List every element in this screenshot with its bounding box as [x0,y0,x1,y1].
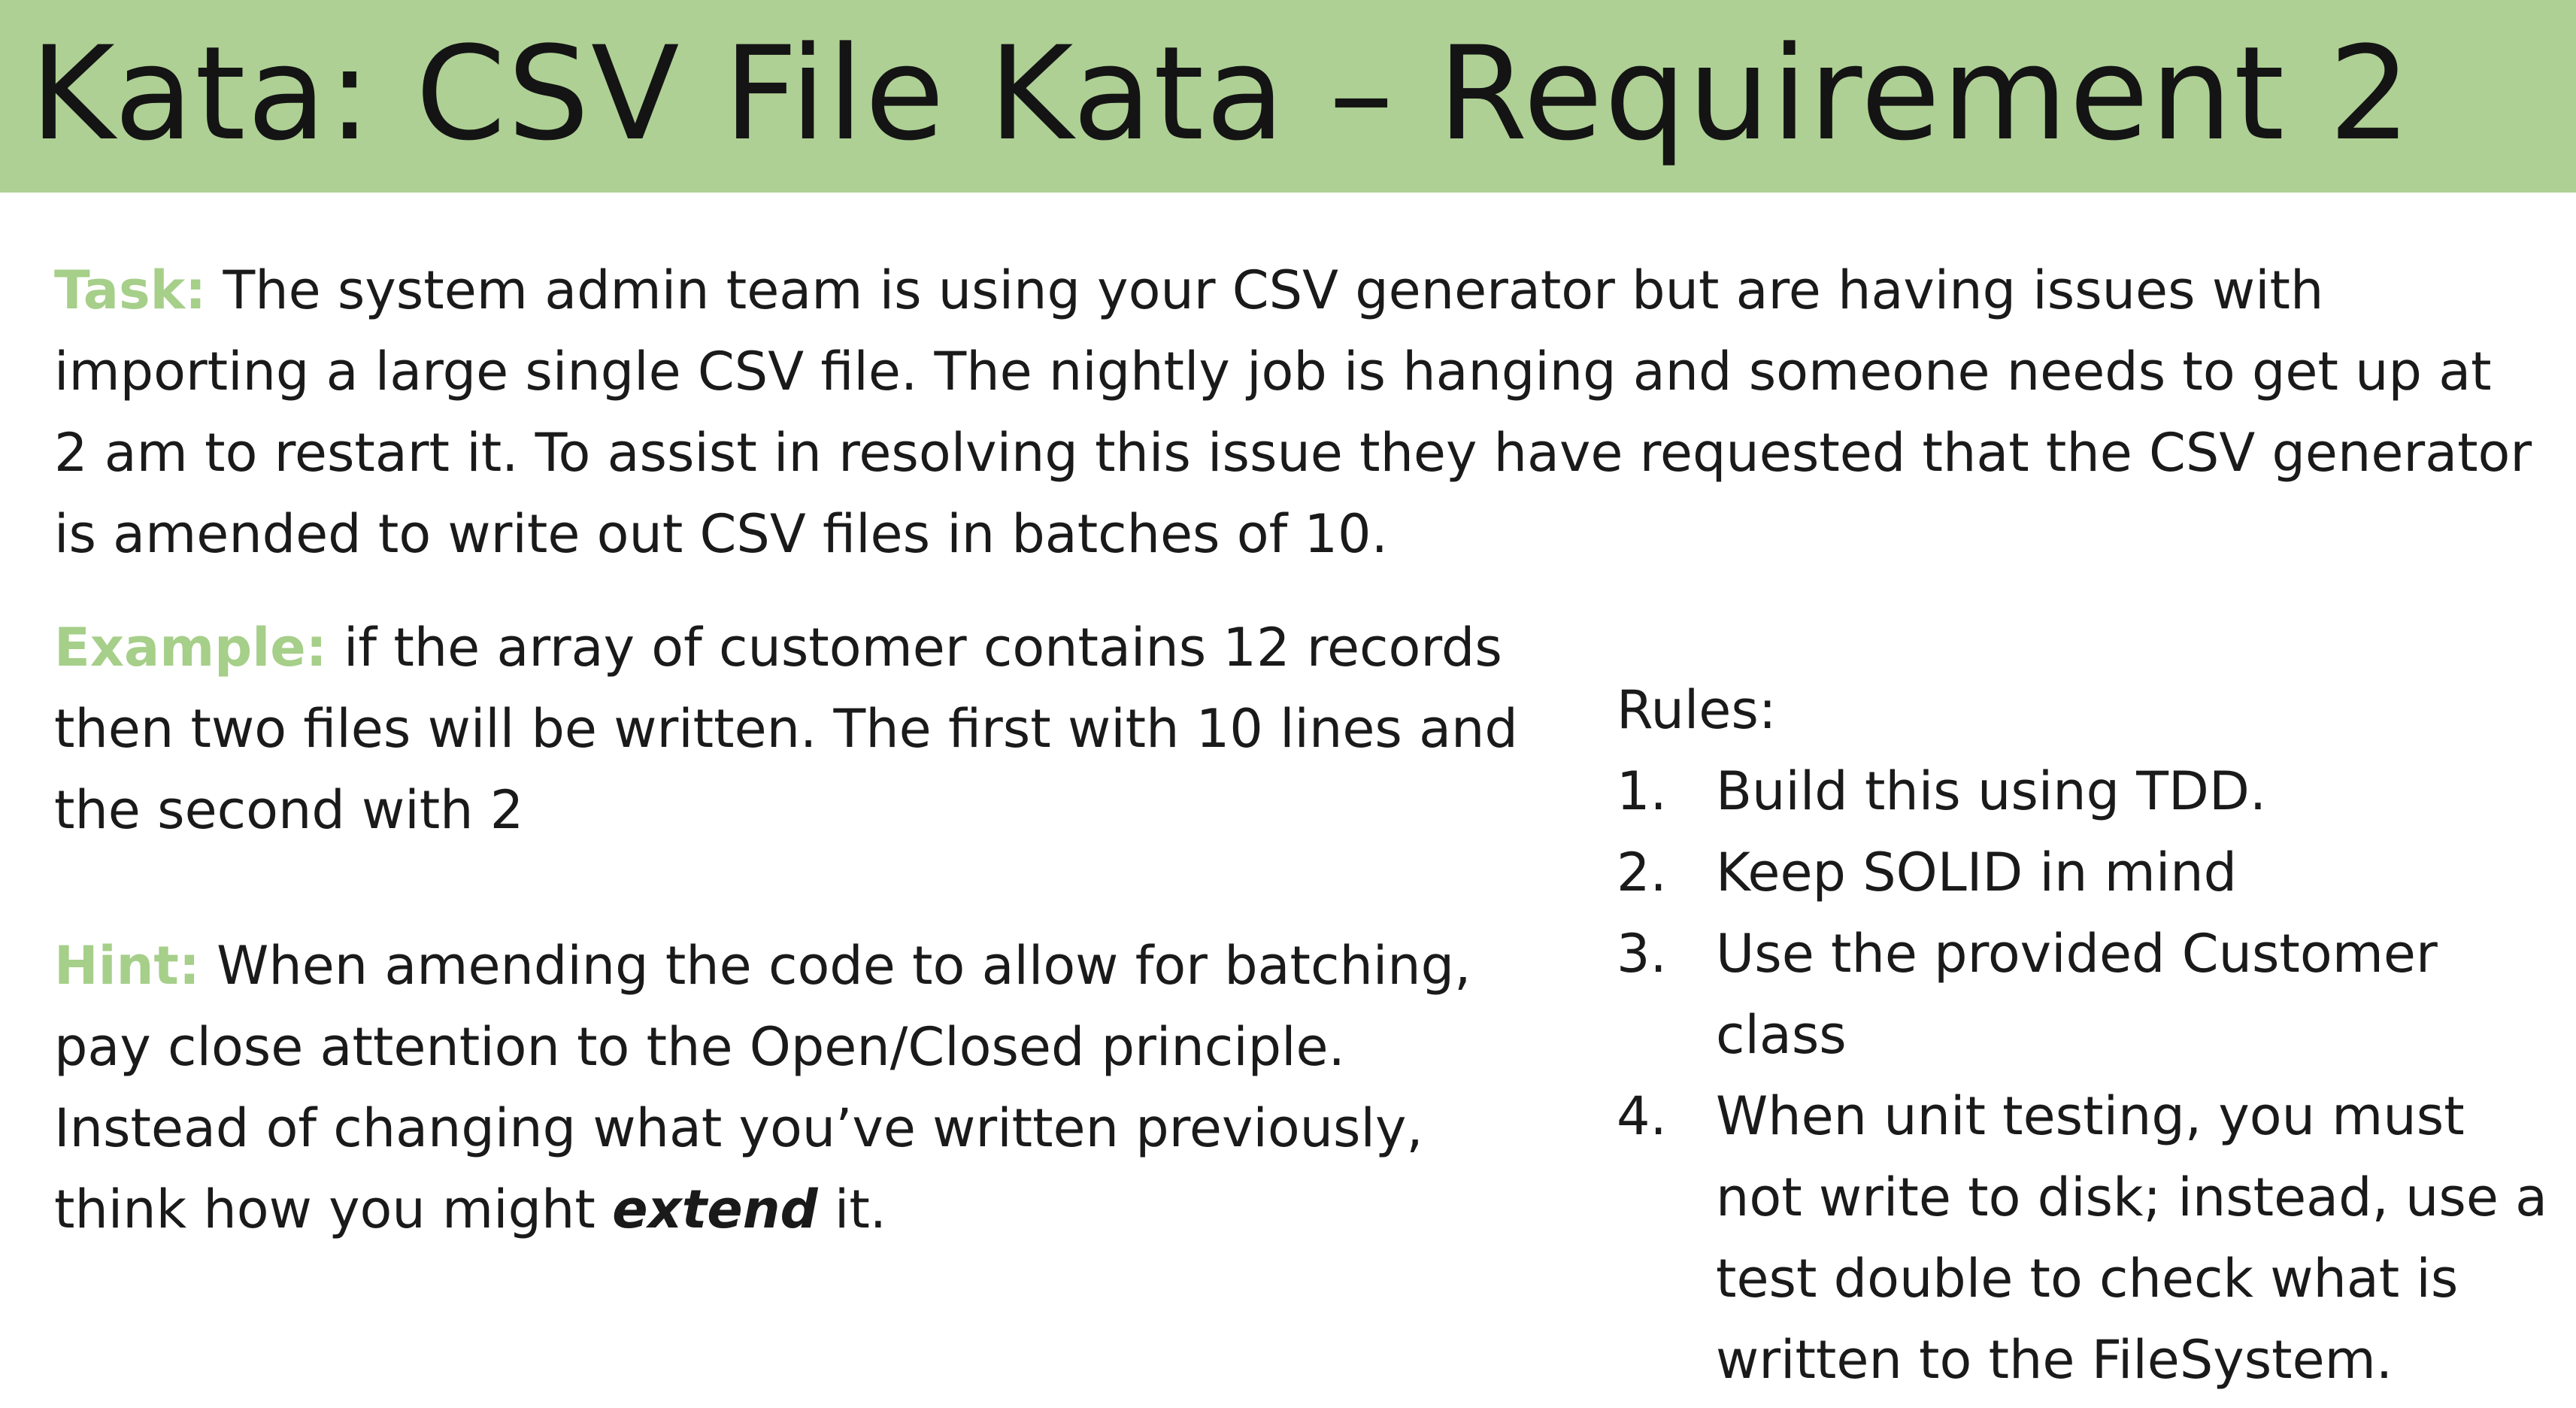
task-paragraph: Task: The system admin team is using you… [54,250,2535,575]
rule-text: Build this using TDD. [1716,760,2267,822]
hint-text-end: it. [834,1179,887,1240]
slide-title: Kata: CSV File Kata – Requirement 2 [30,18,2413,169]
rule-item: 1. Build this using TDD. [1617,751,2564,832]
rule-text: Keep SOLID in mind [1716,842,2238,903]
example-label: Example: [54,617,327,678]
rule-item: 4. When unit testing, you must not write… [1617,1076,2564,1400]
hint-label: Hint: [54,935,200,997]
rule-number: 3. [1617,923,1667,985]
rule-number: 4. [1617,1085,1667,1147]
rule-text: Use the provided Customer class [1716,923,2438,1066]
rules-list: Rules: 1. Build this using TDD. 2. Keep … [1617,669,2564,1400]
rules-title: Rules: [1617,679,1777,741]
task-text: The system admin team is using your CSV … [54,259,2532,565]
rule-text: When unit testing, you must not write to… [1716,1085,2548,1391]
rule-number: 2. [1617,842,1667,903]
title-bar: Kata: CSV File Kata – Requirement 2 [0,0,2576,193]
hint-emphasis: extend [612,1179,818,1240]
hint-paragraph: Hint: When amending the code to allow fo… [54,925,1543,1250]
rule-item: 3. Use the provided Customer class [1617,913,2564,1076]
task-label: Task: [54,259,207,321]
rule-item: 2. Keep SOLID in mind [1617,832,2564,913]
example-paragraph: Example: if the array of customer contai… [54,607,1528,851]
rule-number: 1. [1617,760,1667,822]
